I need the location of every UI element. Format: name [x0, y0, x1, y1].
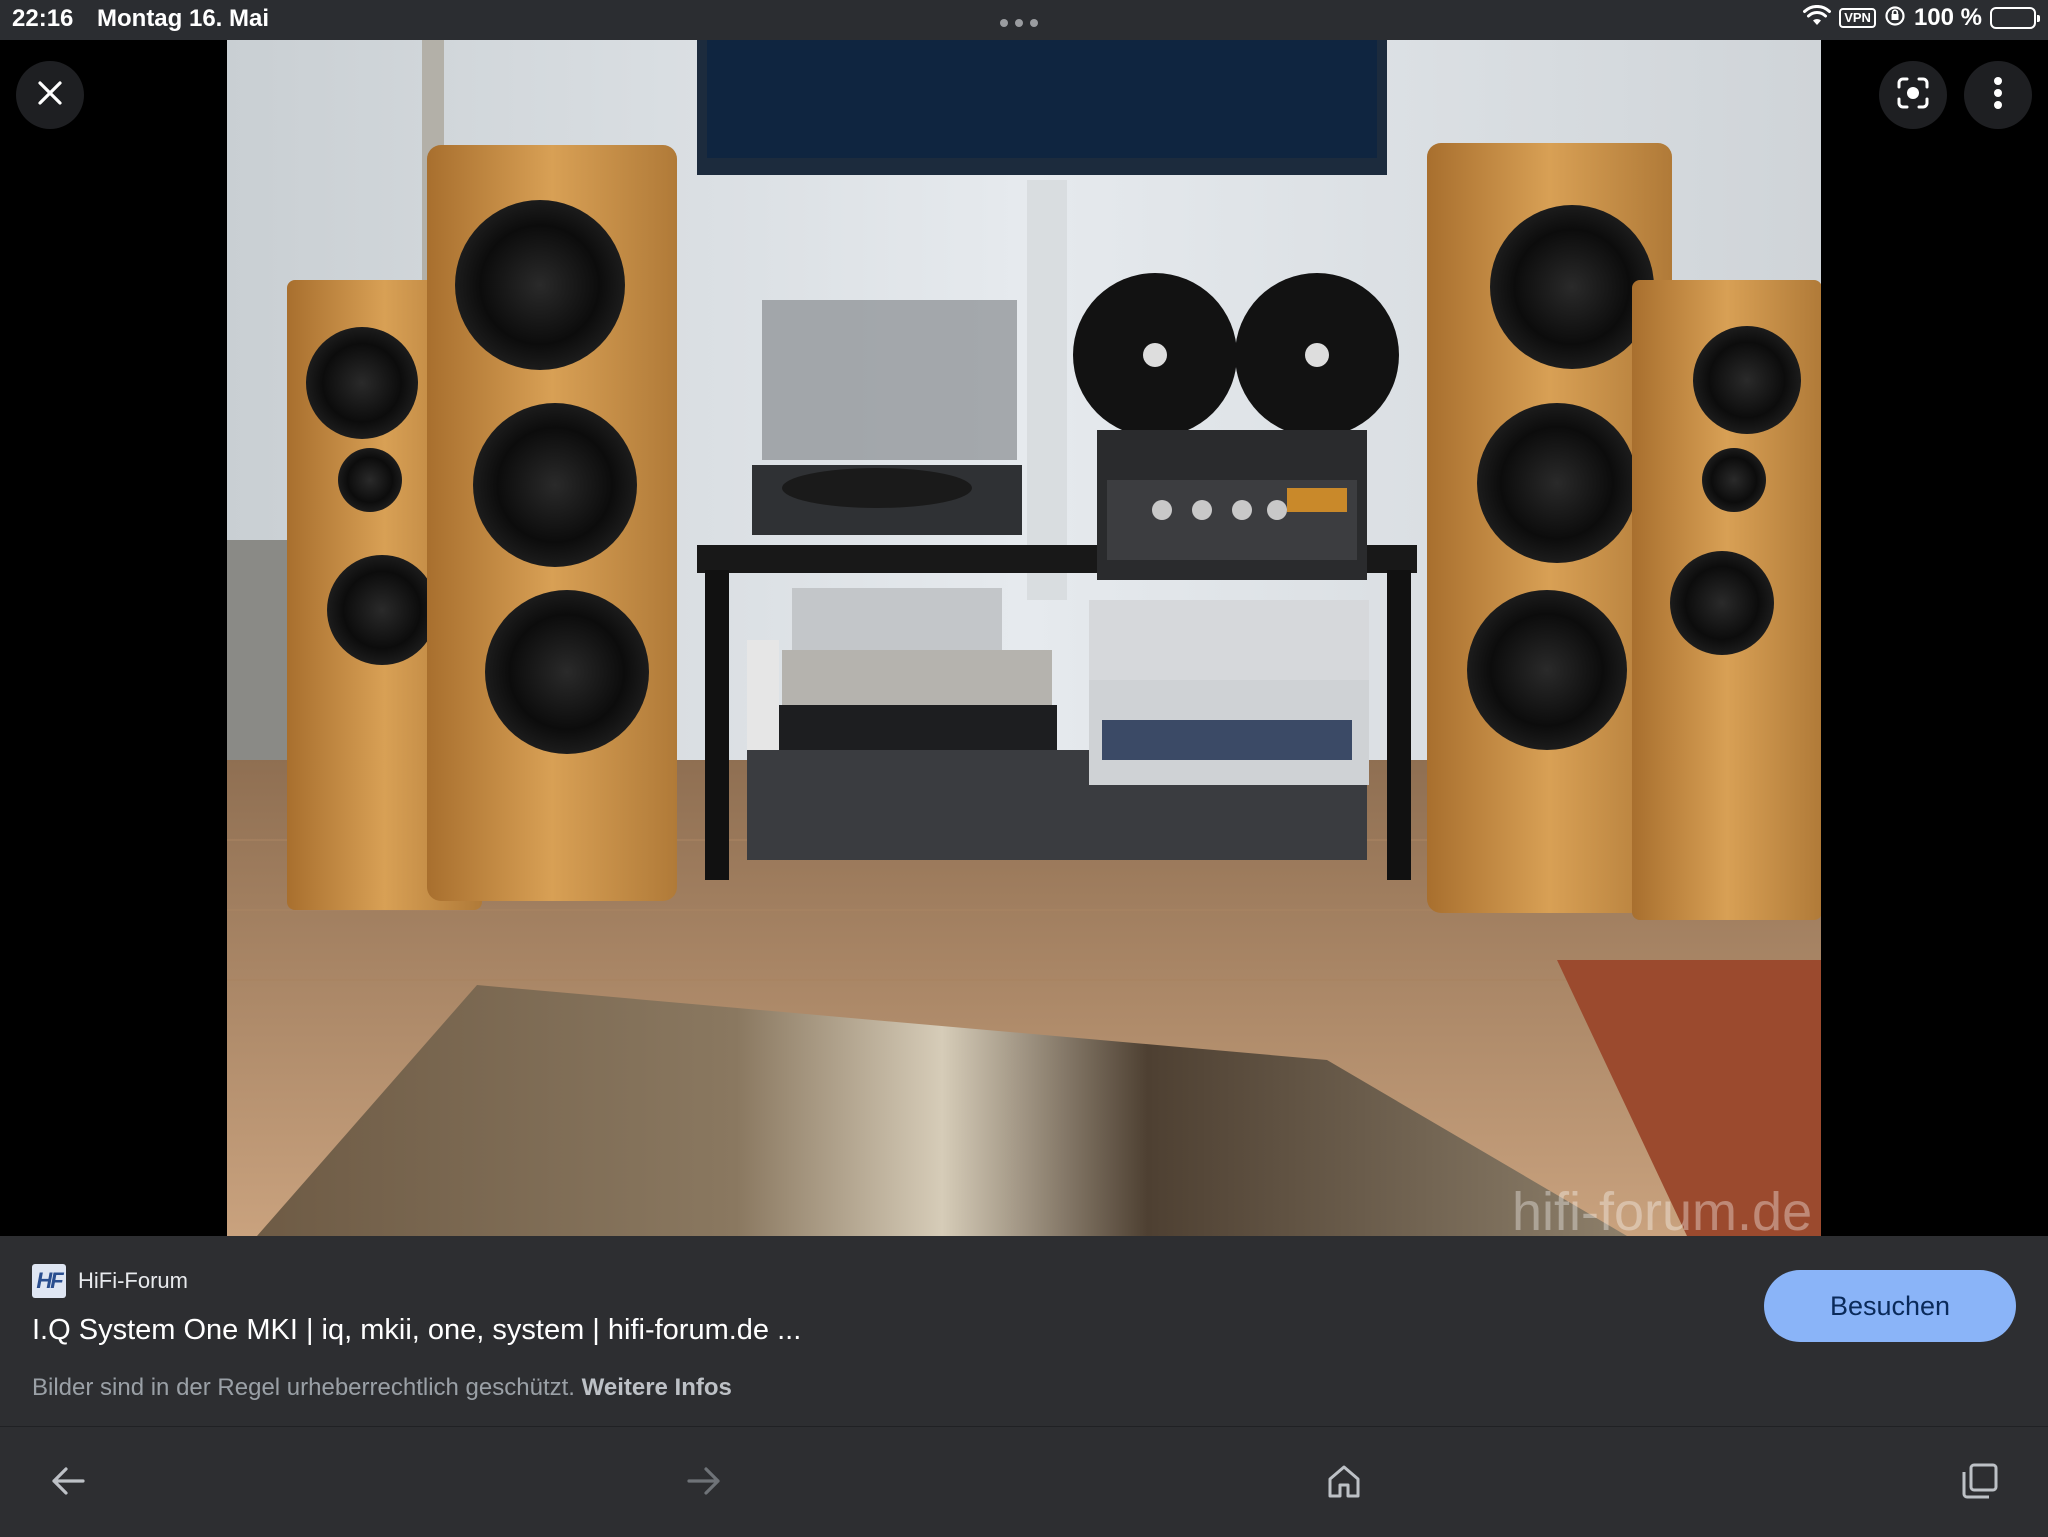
- image-title-link[interactable]: I.Q System One MKI | iq, mkii, one, syst…: [32, 1314, 801, 1347]
- google-lens-icon: [1895, 75, 1931, 116]
- status-time: 22:16: [12, 5, 74, 32]
- battery-percent: 100 %: [1913, 4, 1982, 31]
- tabs-icon: [1960, 1461, 2000, 1506]
- close-icon: [35, 78, 65, 113]
- back-arrow-icon: [49, 1465, 87, 1502]
- more-info-link[interactable]: Weitere Infos: [582, 1374, 732, 1401]
- image-info-panel: HF HiFi-Forum I.Q System One MKI | iq, m…: [0, 1236, 2048, 1426]
- status-date: Montag 16. Mai: [97, 5, 270, 32]
- more-vert-icon: [1993, 76, 2003, 115]
- copyright-notice: Bilder sind in der Regel urheberrechtlic…: [32, 1374, 732, 1402]
- close-button[interactable]: [16, 61, 84, 129]
- watermark-text: hifi-forum.de: [1512, 1182, 1812, 1236]
- orientation-lock-icon: [1884, 5, 1906, 32]
- forward-button[interactable]: [678, 1457, 730, 1509]
- image-viewer: hifi-forum.de: [0, 40, 2048, 1236]
- forward-arrow-icon: [685, 1465, 723, 1502]
- tabs-button[interactable]: [1954, 1457, 2006, 1509]
- notice-text: Bilder sind in der Regel urheberrechtlic…: [32, 1374, 575, 1401]
- photo-hifi-setup[interactable]: hifi-forum.de: [227, 40, 1821, 1236]
- multitasking-dots-icon[interactable]: [1000, 19, 1038, 27]
- more-options-button[interactable]: [1964, 61, 2032, 129]
- visit-button[interactable]: Besuchen: [1764, 1270, 2016, 1342]
- status-bar: 22:16 Montag 16. Mai VPN 100 %: [0, 0, 2048, 40]
- home-button[interactable]: [1318, 1457, 1370, 1509]
- battery-icon: [1990, 7, 2040, 29]
- vpn-icon: VPN: [1839, 8, 1876, 28]
- back-button[interactable]: [42, 1457, 94, 1509]
- site-name: HiFi-Forum: [78, 1268, 188, 1293]
- status-indicators: VPN 100 %: [1803, 4, 2040, 32]
- wifi-icon: [1803, 4, 1832, 32]
- google-lens-button[interactable]: [1879, 61, 1947, 129]
- browser-nav-bar: [0, 1426, 2048, 1537]
- site-logo: HF: [32, 1264, 66, 1298]
- home-icon: [1326, 1463, 1362, 1504]
- source-site[interactable]: HF HiFi-Forum: [32, 1264, 188, 1298]
